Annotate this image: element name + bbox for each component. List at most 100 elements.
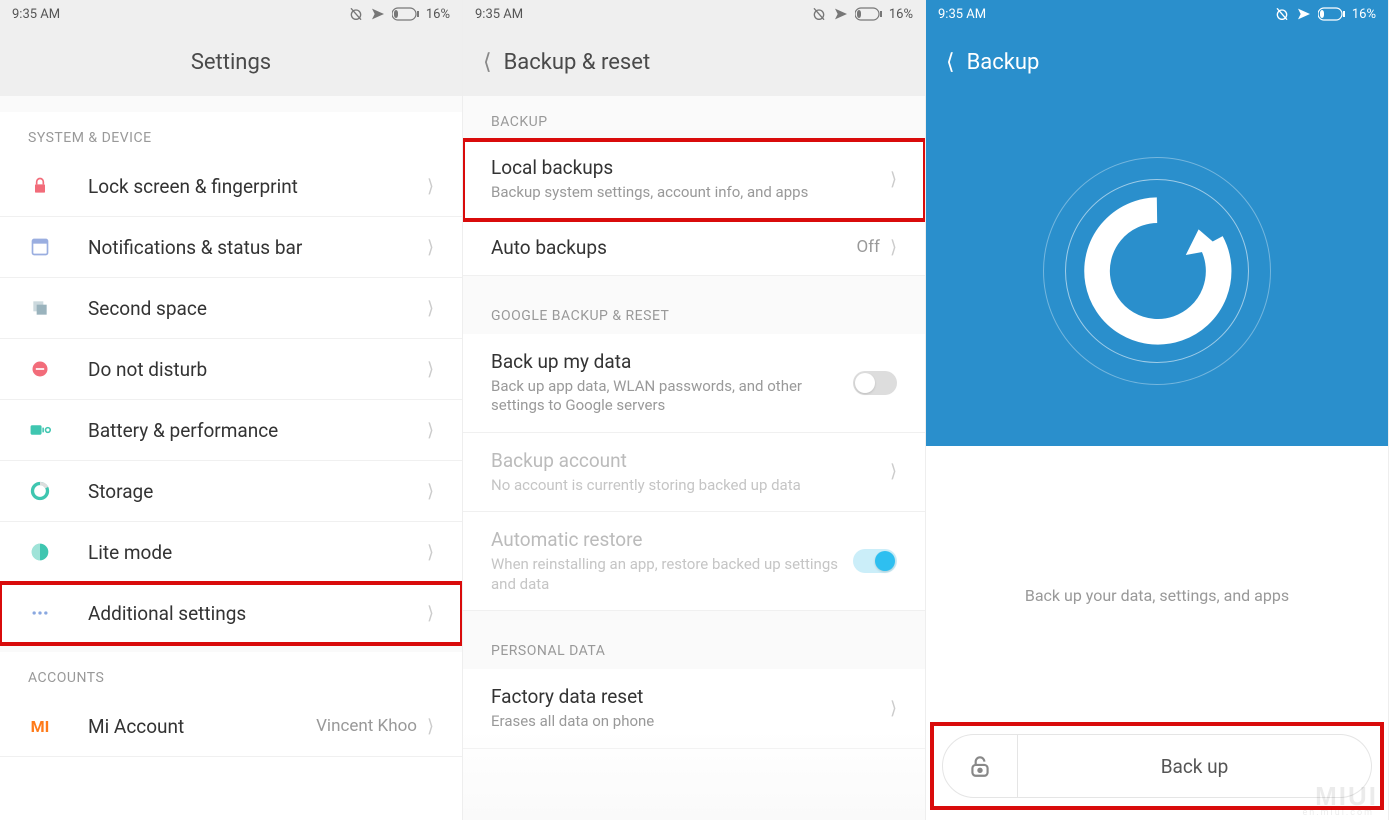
chevron-right-icon: ⟩ xyxy=(890,237,897,258)
section-header: BACKUP xyxy=(463,96,925,140)
backup-reset-screen: 9:35 AM 16% ⟨ Backup & reset BACKUPLocal… xyxy=(463,0,926,820)
section-header: GOOGLE BACKUP & RESET xyxy=(463,290,925,334)
battery-icon xyxy=(855,7,883,21)
backup-screen: 9:35 AM 16% ⟨ Backup Back up your data, … xyxy=(926,0,1389,820)
status-bar: 9:35 AM 16% xyxy=(463,0,925,28)
item-label: Mi Account xyxy=(88,715,316,738)
lock-icon xyxy=(28,174,52,198)
settings-item[interactable]: Storage⟩ xyxy=(0,461,462,522)
settings-item[interactable]: Lock screen & fingerprint⟩ xyxy=(0,156,462,217)
toggle[interactable] xyxy=(853,371,897,395)
header: ⟨ Backup xyxy=(926,28,1388,96)
item-label: Do not disturb xyxy=(88,358,427,381)
status-bar: 9:35 AM 16% xyxy=(0,0,462,28)
chevron-right-icon: ⟩ xyxy=(890,169,897,190)
settings-item[interactable]: Do not disturb⟩ xyxy=(0,339,462,400)
item-subtitle: Erases all data on phone xyxy=(491,712,890,732)
backup-button-label: Back up xyxy=(1161,755,1229,778)
page-title: Backup xyxy=(955,50,1368,75)
settings-item[interactable]: MI Mi AccountVincent Khoo ⟩ xyxy=(0,696,462,757)
item-subtitle: Back up app data, WLAN passwords, and ot… xyxy=(491,377,853,416)
status-bar: 9:35 AM 16% xyxy=(926,0,1388,28)
status-time: 9:35 AM xyxy=(938,7,986,22)
chevron-right-icon: ⟩ xyxy=(890,698,897,719)
watermark-sub: en.miui.com xyxy=(1303,808,1374,818)
chevron-right-icon: ⟩ xyxy=(427,716,434,737)
space-icon xyxy=(28,296,52,320)
toggle xyxy=(853,549,897,573)
item-title: Factory data reset xyxy=(491,685,890,708)
item-title: Auto backups xyxy=(491,236,856,259)
item-label: Second space xyxy=(88,297,427,320)
backup-reset-list[interactable]: BACKUP Local backups Backup system setting… xyxy=(463,96,925,749)
alarm-off-icon xyxy=(811,6,827,22)
chevron-right-icon: ⟩ xyxy=(427,603,434,624)
item-title: Back up my data xyxy=(491,350,853,373)
item-subtitle: No account is currently storing backed u… xyxy=(491,476,890,496)
list-item[interactable]: Factory data reset Erases all data on pho… xyxy=(463,669,925,749)
item-subtitle: When reinstalling an app, restore backed… xyxy=(491,555,853,594)
item-label: Lock screen & fingerprint xyxy=(88,175,427,198)
battery-percent: 16% xyxy=(426,7,450,22)
chevron-right-icon: ⟩ xyxy=(890,461,897,482)
battery-percent: 16% xyxy=(889,7,913,22)
section-header: ACCOUNTS xyxy=(0,644,462,696)
airplane-icon xyxy=(1296,6,1312,22)
chevron-right-icon: ⟩ xyxy=(427,542,434,563)
settings-item[interactable]: Notifications & status bar⟩ xyxy=(0,217,462,278)
chevron-right-icon: ⟩ xyxy=(427,359,434,380)
battery-icon xyxy=(1318,7,1346,21)
item-label: Battery & performance xyxy=(88,419,427,442)
airplane-icon xyxy=(833,6,849,22)
battery-icon xyxy=(28,418,52,442)
item-title: Backup account xyxy=(491,449,890,472)
lock-button[interactable] xyxy=(942,734,1018,798)
backup-actions: Back up xyxy=(942,734,1372,798)
settings-item[interactable]: Battery & performance⟩ xyxy=(0,400,462,461)
statusbar-icon xyxy=(28,235,52,259)
section-gap xyxy=(463,276,925,290)
chevron-right-icon: ⟩ xyxy=(427,298,434,319)
item-subtitle: Backup system settings, account info, an… xyxy=(491,183,890,203)
item-label: Storage xyxy=(88,480,427,503)
page-title: Backup & reset xyxy=(492,50,905,75)
chevron-right-icon: ⟩ xyxy=(427,420,434,441)
item-label: Lite mode xyxy=(88,541,427,564)
list-item: Backup account No account is currently st… xyxy=(463,433,925,513)
item-title: Local backups xyxy=(491,156,890,179)
back-button[interactable]: ⟨ xyxy=(483,50,492,75)
settings-item[interactable]: Second space⟩ xyxy=(0,278,462,339)
list-item[interactable]: Back up my data Back up app data, WLAN pa… xyxy=(463,334,925,433)
settings-list[interactable]: SYSTEM & DEVICELock screen & fingerprint… xyxy=(0,96,462,757)
status-time: 9:35 AM xyxy=(12,7,60,22)
list-item[interactable]: Local backups Backup system settings, acc… xyxy=(463,140,925,220)
status-icons: 16% xyxy=(811,6,913,22)
battery-icon xyxy=(392,7,420,21)
mi-icon: MI xyxy=(28,714,52,738)
section-header: SYSTEM & DEVICE xyxy=(0,104,462,156)
item-label: Additional settings xyxy=(88,602,427,625)
settings-item[interactable]: Additional settings⟩ xyxy=(0,583,462,644)
section-gap xyxy=(463,611,925,625)
header: Settings xyxy=(0,28,462,96)
chevron-right-icon: ⟩ xyxy=(427,481,434,502)
settings-item[interactable]: Lite mode⟩ xyxy=(0,522,462,583)
item-label: Notifications & status bar xyxy=(88,236,427,259)
backup-hero xyxy=(926,96,1388,446)
airplane-icon xyxy=(370,6,386,22)
back-button[interactable]: ⟨ xyxy=(946,50,955,75)
battery-percent: 16% xyxy=(1352,7,1376,22)
chevron-right-icon: ⟩ xyxy=(427,237,434,258)
unlock-icon xyxy=(967,753,993,779)
item-title: Automatic restore xyxy=(491,528,853,551)
settings-screen: 9:35 AM 16% Settings SYSTEM & DEVICELock… xyxy=(0,0,463,820)
status-time: 9:35 AM xyxy=(475,7,523,22)
dnd-icon xyxy=(28,357,52,381)
item-value: Vincent Khoo xyxy=(316,716,417,736)
page-title: Settings xyxy=(20,50,442,75)
list-item[interactable]: Auto backupsOff ⟩ xyxy=(463,220,925,276)
storage-icon xyxy=(28,479,52,503)
item-value: Off xyxy=(856,237,880,257)
more-icon xyxy=(28,601,52,625)
backup-message: Back up your data, settings, and apps xyxy=(926,586,1388,605)
